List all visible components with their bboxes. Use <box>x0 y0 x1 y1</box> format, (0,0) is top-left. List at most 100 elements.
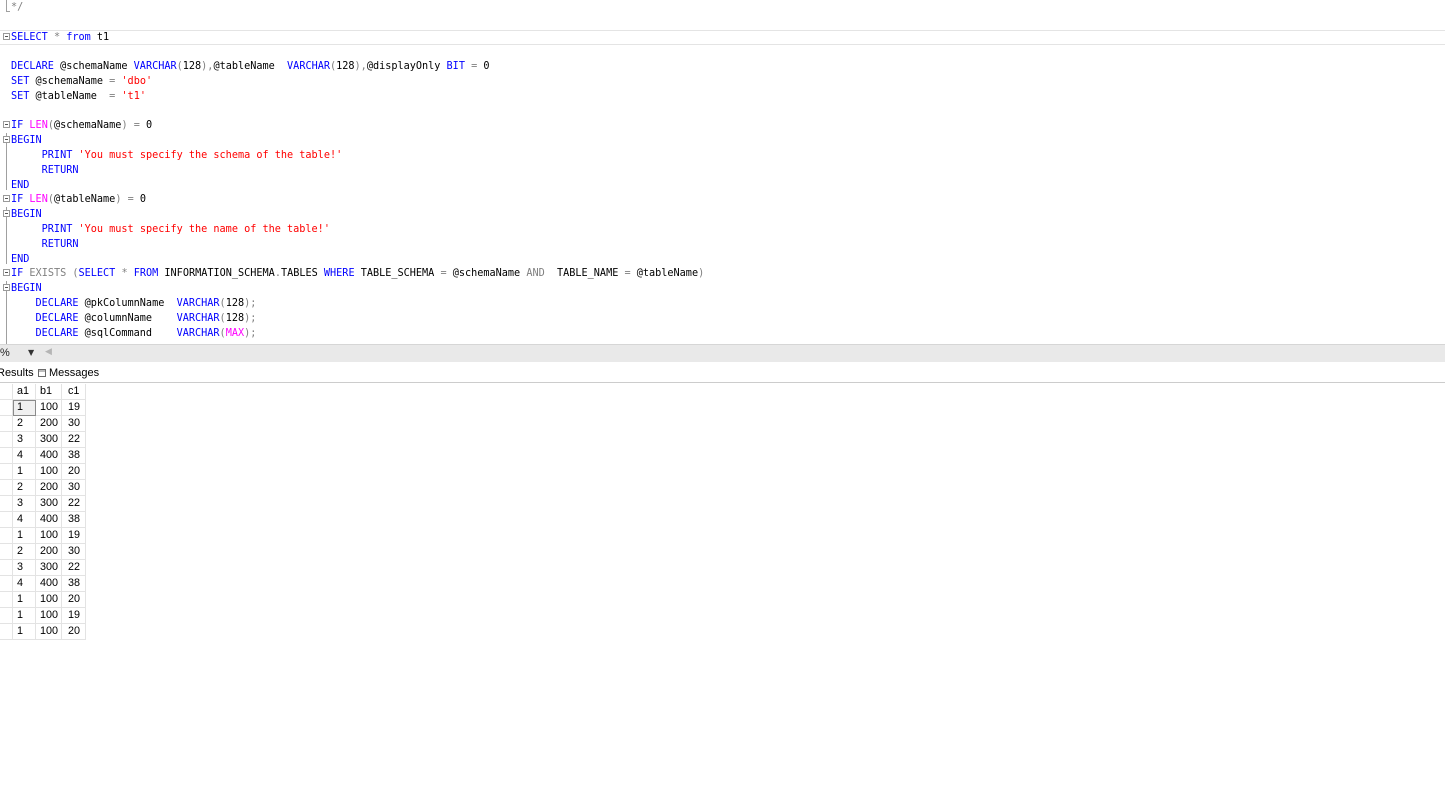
code-line[interactable]: BEGIN <box>0 207 1445 222</box>
table-cell[interactable]: 100 <box>36 592 62 608</box>
table-cell[interactable]: 1 <box>13 400 36 416</box>
code-line[interactable]: SET @schemaName = 'dbo' <box>0 74 1445 89</box>
collapse-icon[interactable] <box>3 121 10 129</box>
code-line[interactable]: SELECT * from t1 <box>0 30 1445 45</box>
table-cell[interactable]: 30 <box>62 480 86 496</box>
code-line[interactable]: PRINT 'You must specify the name of the … <box>0 222 1445 237</box>
column-header-a1[interactable]: a1 <box>13 384 36 400</box>
table-cell[interactable]: 100 <box>36 624 62 640</box>
table-cell[interactable]: 100 <box>36 608 62 624</box>
code-line[interactable]: DECLARE @schemaName VARCHAR(128),@tableN… <box>0 59 1445 74</box>
row-header[interactable] <box>0 496 13 512</box>
table-cell[interactable]: 200 <box>36 480 62 496</box>
row-header[interactable] <box>0 432 13 448</box>
row-header[interactable] <box>0 560 13 576</box>
collapse-icon[interactable] <box>3 136 10 144</box>
table-cell[interactable]: 200 <box>36 416 62 432</box>
code-line[interactable]: IF LEN(@tableName) = 0 <box>0 192 1445 207</box>
table-cell[interactable]: 1 <box>13 528 36 544</box>
code-line[interactable]: RETURN <box>0 237 1445 252</box>
table-cell[interactable]: 1 <box>13 592 36 608</box>
table-cell[interactable]: 3 <box>13 496 36 512</box>
code-line[interactable]: SET @tableName = 't1' <box>0 89 1445 104</box>
column-header-c1[interactable]: c1 <box>62 384 86 400</box>
code-line[interactable]: RETURN <box>0 163 1445 178</box>
table-cell[interactable]: 1 <box>13 464 36 480</box>
code-line[interactable] <box>0 15 1445 30</box>
tab-results[interactable]: Results <box>0 365 38 381</box>
collapse-icon[interactable] <box>3 195 10 203</box>
column-header-b1[interactable]: b1 <box>36 384 62 400</box>
sql-editor[interactable]: */ SELECT * from t1 DECLARE @schemaName VA… <box>0 0 1445 344</box>
table-cell[interactable]: 4 <box>13 576 36 592</box>
zoom-dropdown-icon[interactable]: ▼ <box>28 348 34 357</box>
table-cell[interactable]: 22 <box>62 432 86 448</box>
row-header[interactable] <box>0 448 13 464</box>
table-cell[interactable]: 3 <box>13 432 36 448</box>
tab-messages[interactable]: Messages <box>38 365 99 381</box>
collapse-icon[interactable] <box>3 32 10 40</box>
scroll-left-icon[interactable]: ◀ <box>45 347 52 357</box>
table-cell[interactable]: 38 <box>62 448 86 464</box>
code-line[interactable]: IF LEN(@schemaName) = 0 <box>0 118 1445 133</box>
code-line[interactable]: BEGIN <box>0 133 1445 148</box>
table-cell[interactable]: 1 <box>13 624 36 640</box>
code-line[interactable]: DECLARE @columnName VARCHAR(128); <box>0 311 1445 326</box>
table-cell[interactable]: 22 <box>62 496 86 512</box>
table-cell[interactable]: 400 <box>36 512 62 528</box>
table-cell[interactable]: 4 <box>13 448 36 464</box>
row-header-corner[interactable] <box>0 384 13 400</box>
table-cell[interactable]: 4 <box>13 512 36 528</box>
table-cell[interactable]: 19 <box>62 528 86 544</box>
code-line[interactable]: END <box>0 178 1445 193</box>
table-cell[interactable]: 22 <box>62 560 86 576</box>
table-cell[interactable]: 30 <box>62 544 86 560</box>
table-cell[interactable]: 38 <box>62 576 86 592</box>
code-line[interactable]: DECLARE @pkColumnName VARCHAR(128); <box>0 296 1445 311</box>
table-cell[interactable]: 38 <box>62 512 86 528</box>
table-cell[interactable]: 19 <box>62 608 86 624</box>
row-header[interactable] <box>0 512 13 528</box>
table-cell[interactable]: 2 <box>13 544 36 560</box>
table-cell[interactable]: 100 <box>36 464 62 480</box>
table-cell[interactable]: 20 <box>62 624 86 640</box>
row-header[interactable] <box>0 528 13 544</box>
table-cell[interactable]: 20 <box>62 592 86 608</box>
collapse-icon[interactable] <box>3 210 10 218</box>
row-header[interactable] <box>0 480 13 496</box>
table-cell[interactable]: 300 <box>36 432 62 448</box>
table-cell[interactable]: 400 <box>36 576 62 592</box>
table-cell[interactable]: 20 <box>62 464 86 480</box>
code-line[interactable]: END <box>0 252 1445 267</box>
row-header[interactable] <box>0 544 13 560</box>
table-cell[interactable]: 200 <box>36 544 62 560</box>
row-header[interactable] <box>0 608 13 624</box>
table-cell[interactable]: 1 <box>13 608 36 624</box>
table-cell[interactable]: 19 <box>62 400 86 416</box>
code-line[interactable]: PRINT 'You must specify the schema of th… <box>0 148 1445 163</box>
code-line[interactable] <box>0 104 1445 119</box>
table-cell[interactable]: 300 <box>36 560 62 576</box>
table-cell[interactable]: 3 <box>13 560 36 576</box>
zoom-level[interactable]: % <box>0 347 10 359</box>
table-cell[interactable]: 30 <box>62 416 86 432</box>
row-header[interactable] <box>0 416 13 432</box>
code-line[interactable]: BEGIN <box>0 281 1445 296</box>
row-header[interactable] <box>0 592 13 608</box>
table-cell[interactable]: 300 <box>36 496 62 512</box>
collapse-icon[interactable] <box>3 284 10 292</box>
table-cell[interactable]: 100 <box>36 528 62 544</box>
row-header[interactable] <box>0 400 13 416</box>
code-line[interactable]: */ <box>0 0 1445 15</box>
row-header[interactable] <box>0 576 13 592</box>
row-header[interactable] <box>0 624 13 640</box>
row-header[interactable] <box>0 464 13 480</box>
table-cell[interactable]: 2 <box>13 416 36 432</box>
collapse-icon[interactable] <box>3 269 10 277</box>
code-line[interactable]: IF EXISTS (SELECT * FROM INFORMATION_SCH… <box>0 266 1445 281</box>
code-line[interactable] <box>0 44 1445 59</box>
code-line[interactable]: DECLARE @sqlCommand VARCHAR(MAX); <box>0 326 1445 341</box>
table-cell[interactable]: 2 <box>13 480 36 496</box>
table-cell[interactable]: 400 <box>36 448 62 464</box>
table-cell[interactable]: 100 <box>36 400 62 416</box>
